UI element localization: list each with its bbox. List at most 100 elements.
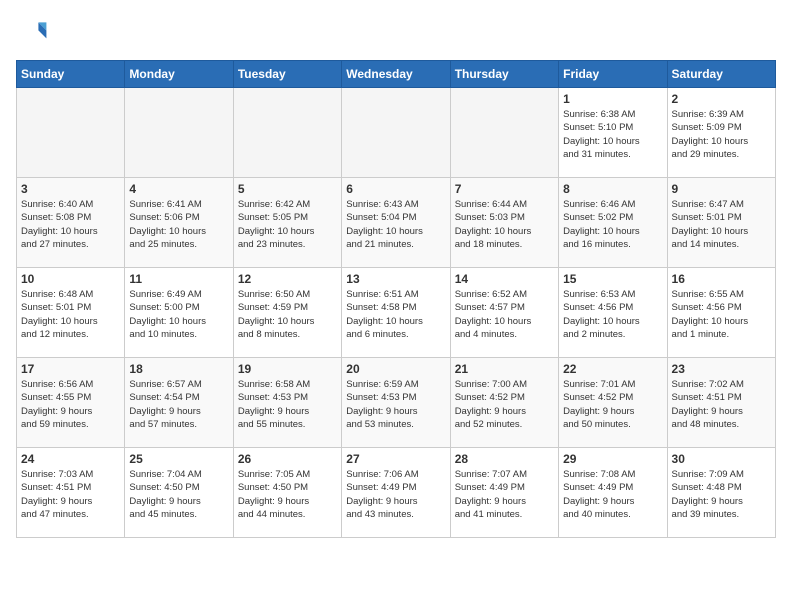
- header: [16, 16, 776, 48]
- day-number: 5: [238, 182, 337, 196]
- day-info: Sunrise: 6:40 AM Sunset: 5:08 PM Dayligh…: [21, 198, 120, 251]
- day-number: 14: [455, 272, 554, 286]
- day-info: Sunrise: 7:06 AM Sunset: 4:49 PM Dayligh…: [346, 468, 445, 521]
- calendar-cell: 24 Sunrise: 7:03 AM Sunset: 4:51 PM Dayli…: [17, 448, 125, 538]
- calendar-cell: 23Sunrise: 7:02 AM Sunset: 4:51 PM Dayli…: [667, 358, 775, 448]
- calendar-header-friday: Friday: [559, 61, 667, 88]
- day-number: 13: [346, 272, 445, 286]
- day-number: 27: [346, 452, 445, 466]
- day-info: Sunrise: 6:57 AM Sunset: 4:54 PM Dayligh…: [129, 378, 228, 431]
- day-number: 30: [672, 452, 771, 466]
- day-number: 15: [563, 272, 662, 286]
- calendar-week-5: 24 Sunrise: 7:03 AM Sunset: 4:51 PM Dayli…: [17, 448, 776, 538]
- day-number: 20: [346, 362, 445, 376]
- day-number: 25: [129, 452, 228, 466]
- day-info: Sunrise: 7:09 AM Sunset: 4:48 PM Dayligh…: [672, 468, 771, 521]
- calendar-cell: [125, 88, 233, 178]
- day-number: 28: [455, 452, 554, 466]
- calendar-cell: 28 Sunrise: 7:07 AM Sunset: 4:49 PM Dayli…: [450, 448, 558, 538]
- calendar-cell: 21 Sunrise: 7:00 AM Sunset: 4:52 PM Dayli…: [450, 358, 558, 448]
- calendar-week-1: 1 Sunrise: 6:38 AM Sunset: 5:10 PM Daylig…: [17, 88, 776, 178]
- day-number: 11: [129, 272, 228, 286]
- calendar-header-row: SundayMondayTuesdayWednesdayThursdayFrid…: [17, 61, 776, 88]
- calendar-cell: 3 Sunrise: 6:40 AM Sunset: 5:08 PM Daylig…: [17, 178, 125, 268]
- day-number: 26: [238, 452, 337, 466]
- calendar-cell: 20 Sunrise: 6:59 AM Sunset: 4:53 PM Dayli…: [342, 358, 450, 448]
- day-number: 23: [672, 362, 771, 376]
- day-info: Sunrise: 6:44 AM Sunset: 5:03 PM Dayligh…: [455, 198, 554, 251]
- day-info: Sunrise: 7:04 AM Sunset: 4:50 PM Dayligh…: [129, 468, 228, 521]
- calendar-cell: 1 Sunrise: 6:38 AM Sunset: 5:10 PM Daylig…: [559, 88, 667, 178]
- day-number: 4: [129, 182, 228, 196]
- day-info: Sunrise: 7:01 AM Sunset: 4:52 PM Dayligh…: [563, 378, 662, 431]
- calendar-header-wednesday: Wednesday: [342, 61, 450, 88]
- day-info: Sunrise: 7:08 AM Sunset: 4:49 PM Dayligh…: [563, 468, 662, 521]
- day-number: 17: [21, 362, 120, 376]
- calendar-cell: 29 Sunrise: 7:08 AM Sunset: 4:49 PM Dayli…: [559, 448, 667, 538]
- day-number: 1: [563, 92, 662, 106]
- calendar-cell: [342, 88, 450, 178]
- calendar-header-tuesday: Tuesday: [233, 61, 341, 88]
- calendar-table: SundayMondayTuesdayWednesdayThursdayFrid…: [16, 60, 776, 538]
- day-info: Sunrise: 6:50 AM Sunset: 4:59 PM Dayligh…: [238, 288, 337, 341]
- day-info: Sunrise: 6:53 AM Sunset: 4:56 PM Dayligh…: [563, 288, 662, 341]
- calendar-cell: 2Sunrise: 6:39 AM Sunset: 5:09 PM Daylig…: [667, 88, 775, 178]
- day-info: Sunrise: 6:56 AM Sunset: 4:55 PM Dayligh…: [21, 378, 120, 431]
- calendar-cell: 10 Sunrise: 6:48 AM Sunset: 5:01 PM Dayli…: [17, 268, 125, 358]
- day-number: 18: [129, 362, 228, 376]
- day-info: Sunrise: 6:59 AM Sunset: 4:53 PM Dayligh…: [346, 378, 445, 431]
- day-number: 10: [21, 272, 120, 286]
- day-info: Sunrise: 6:46 AM Sunset: 5:02 PM Dayligh…: [563, 198, 662, 251]
- day-number: 9: [672, 182, 771, 196]
- day-info: Sunrise: 7:07 AM Sunset: 4:49 PM Dayligh…: [455, 468, 554, 521]
- calendar-cell: 9Sunrise: 6:47 AM Sunset: 5:01 PM Daylig…: [667, 178, 775, 268]
- calendar-cell: 12 Sunrise: 6:50 AM Sunset: 4:59 PM Dayli…: [233, 268, 341, 358]
- day-info: Sunrise: 6:55 AM Sunset: 4:56 PM Dayligh…: [672, 288, 771, 341]
- day-number: 16: [672, 272, 771, 286]
- calendar-cell: 13 Sunrise: 6:51 AM Sunset: 4:58 PM Dayli…: [342, 268, 450, 358]
- day-number: 3: [21, 182, 120, 196]
- calendar-cell: 7 Sunrise: 6:44 AM Sunset: 5:03 PM Daylig…: [450, 178, 558, 268]
- day-info: Sunrise: 7:05 AM Sunset: 4:50 PM Dayligh…: [238, 468, 337, 521]
- day-info: Sunrise: 6:48 AM Sunset: 5:01 PM Dayligh…: [21, 288, 120, 341]
- day-info: Sunrise: 6:43 AM Sunset: 5:04 PM Dayligh…: [346, 198, 445, 251]
- calendar-cell: 17 Sunrise: 6:56 AM Sunset: 4:55 PM Dayli…: [17, 358, 125, 448]
- calendar-header-thursday: Thursday: [450, 61, 558, 88]
- day-info: Sunrise: 6:41 AM Sunset: 5:06 PM Dayligh…: [129, 198, 228, 251]
- calendar-cell: 25 Sunrise: 7:04 AM Sunset: 4:50 PM Dayli…: [125, 448, 233, 538]
- day-info: Sunrise: 6:52 AM Sunset: 4:57 PM Dayligh…: [455, 288, 554, 341]
- calendar-week-2: 3 Sunrise: 6:40 AM Sunset: 5:08 PM Daylig…: [17, 178, 776, 268]
- calendar-cell: 16 Sunrise: 6:55 AM Sunset: 4:56 PM Dayli…: [667, 268, 775, 358]
- calendar-cell: [17, 88, 125, 178]
- calendar-cell: 19 Sunrise: 6:58 AM Sunset: 4:53 PM Dayli…: [233, 358, 341, 448]
- logo-icon: [16, 16, 48, 48]
- calendar-cell: 22Sunrise: 7:01 AM Sunset: 4:52 PM Dayli…: [559, 358, 667, 448]
- calendar-cell: 27 Sunrise: 7:06 AM Sunset: 4:49 PM Dayli…: [342, 448, 450, 538]
- day-number: 24: [21, 452, 120, 466]
- calendar-cell: 15 Sunrise: 6:53 AM Sunset: 4:56 PM Dayli…: [559, 268, 667, 358]
- day-info: Sunrise: 6:58 AM Sunset: 4:53 PM Dayligh…: [238, 378, 337, 431]
- calendar-week-3: 10 Sunrise: 6:48 AM Sunset: 5:01 PM Dayli…: [17, 268, 776, 358]
- calendar-header-monday: Monday: [125, 61, 233, 88]
- day-info: Sunrise: 6:51 AM Sunset: 4:58 PM Dayligh…: [346, 288, 445, 341]
- calendar-cell: [450, 88, 558, 178]
- day-info: Sunrise: 7:03 AM Sunset: 4:51 PM Dayligh…: [21, 468, 120, 521]
- day-number: 19: [238, 362, 337, 376]
- day-info: Sunrise: 6:49 AM Sunset: 5:00 PM Dayligh…: [129, 288, 228, 341]
- day-number: 21: [455, 362, 554, 376]
- day-info: Sunrise: 6:38 AM Sunset: 5:10 PM Dayligh…: [563, 108, 662, 161]
- day-number: 8: [563, 182, 662, 196]
- calendar-cell: 18 Sunrise: 6:57 AM Sunset: 4:54 PM Dayli…: [125, 358, 233, 448]
- calendar-cell: 5Sunrise: 6:42 AM Sunset: 5:05 PM Daylig…: [233, 178, 341, 268]
- day-number: 6: [346, 182, 445, 196]
- day-info: Sunrise: 7:00 AM Sunset: 4:52 PM Dayligh…: [455, 378, 554, 431]
- calendar-cell: 26 Sunrise: 7:05 AM Sunset: 4:50 PM Dayli…: [233, 448, 341, 538]
- day-number: 2: [672, 92, 771, 106]
- day-number: 29: [563, 452, 662, 466]
- calendar-header-sunday: Sunday: [17, 61, 125, 88]
- logo: [16, 16, 52, 48]
- calendar-cell: 11 Sunrise: 6:49 AM Sunset: 5:00 PM Dayli…: [125, 268, 233, 358]
- calendar-cell: 30 Sunrise: 7:09 AM Sunset: 4:48 PM Dayli…: [667, 448, 775, 538]
- day-number: 7: [455, 182, 554, 196]
- day-number: 12: [238, 272, 337, 286]
